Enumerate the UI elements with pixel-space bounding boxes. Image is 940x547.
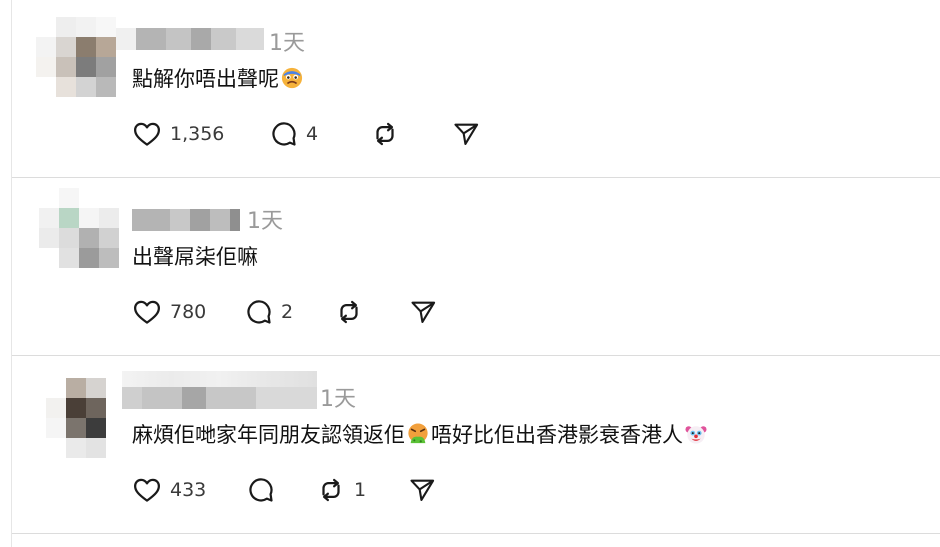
reply-count: 2 bbox=[281, 301, 294, 323]
reply-post[interactable]: 1天 點解你唔出聲呢 1,356 4 bbox=[12, 0, 940, 178]
repost-icon bbox=[322, 478, 340, 502]
comment-bubble-icon bbox=[272, 122, 296, 146]
reply-text: 麻煩佢哋家年同朋友認領返佢 唔好比佢出香港影衰香港人 bbox=[132, 419, 709, 449]
reply-button[interactable]: 4 bbox=[270, 118, 318, 150]
heart-icon bbox=[134, 122, 160, 146]
action-bar: 433 1 bbox=[132, 474, 512, 506]
worried-face-emoji bbox=[281, 67, 303, 89]
reply-text-segment: 唔好比佢出香港影衰香港人 bbox=[431, 423, 683, 447]
reply-post[interactable]: 1天 出聲屌柒佢嘛 780 2 bbox=[12, 178, 940, 356]
timestamp: 1天 bbox=[320, 387, 356, 412]
repost-button[interactable] bbox=[334, 296, 372, 328]
share-button[interactable] bbox=[408, 474, 436, 506]
like-count: 433 bbox=[170, 479, 207, 501]
send-icon bbox=[454, 123, 479, 145]
username-redacted[interactable] bbox=[132, 209, 240, 231]
like-button[interactable]: 780 bbox=[132, 296, 206, 328]
heart-icon bbox=[134, 478, 160, 502]
vomiting-face-emoji bbox=[408, 423, 428, 444]
share-button[interactable] bbox=[452, 118, 480, 150]
send-icon bbox=[410, 479, 435, 501]
reply-button[interactable]: 2 bbox=[245, 296, 293, 328]
like-count: 780 bbox=[170, 301, 207, 323]
divider bbox=[12, 533, 940, 534]
heart-icon bbox=[134, 300, 160, 324]
comment-bubble-icon bbox=[247, 300, 271, 324]
avatar[interactable] bbox=[39, 188, 119, 268]
repost-icon bbox=[376, 122, 394, 146]
reply-text: 出聲屌柒佢嘛 bbox=[132, 241, 258, 271]
timestamp: 1天 bbox=[269, 31, 305, 56]
send-icon bbox=[411, 301, 436, 323]
timestamp: 1天 bbox=[247, 209, 283, 234]
like-button[interactable]: 433 bbox=[132, 474, 206, 506]
repost-count: 1 bbox=[354, 479, 367, 501]
action-bar: 780 2 bbox=[132, 296, 512, 328]
reply-text-segment: 點解你唔出聲呢 bbox=[132, 67, 279, 91]
avatar[interactable] bbox=[46, 378, 126, 458]
like-count: 1,356 bbox=[170, 123, 225, 145]
reply-text-segment: 麻煩佢哋家年同朋友認領返佢 bbox=[132, 423, 405, 447]
action-bar: 1,356 4 bbox=[132, 118, 512, 150]
reply-button[interactable] bbox=[247, 474, 283, 506]
clown-face-emoji bbox=[685, 426, 707, 444]
reply-text: 點解你唔出聲呢 bbox=[132, 63, 305, 93]
reply-text-segment: 出聲屌柒佢嘛 bbox=[132, 245, 258, 269]
reply-count: 4 bbox=[306, 123, 319, 145]
like-button[interactable]: 1,356 bbox=[132, 118, 224, 150]
repost-button[interactable] bbox=[370, 118, 408, 150]
comment-bubble-icon bbox=[249, 478, 273, 502]
avatar[interactable] bbox=[36, 17, 116, 97]
reply-post[interactable]: 1天 麻煩佢哋家年同朋友認領返佢 唔好比佢出香港影衰香港人 433 1 bbox=[12, 356, 940, 534]
thread-replies-feed: 1天 點解你唔出聲呢 1,356 4 1天 出聲屌柒佢嘛 780 2 1天 麻煩… bbox=[11, 0, 940, 547]
repost-button[interactable]: 1 bbox=[316, 474, 366, 506]
share-button[interactable] bbox=[409, 296, 437, 328]
repost-icon bbox=[340, 300, 358, 324]
username-redacted[interactable] bbox=[122, 371, 317, 409]
username-redacted[interactable] bbox=[116, 28, 264, 50]
